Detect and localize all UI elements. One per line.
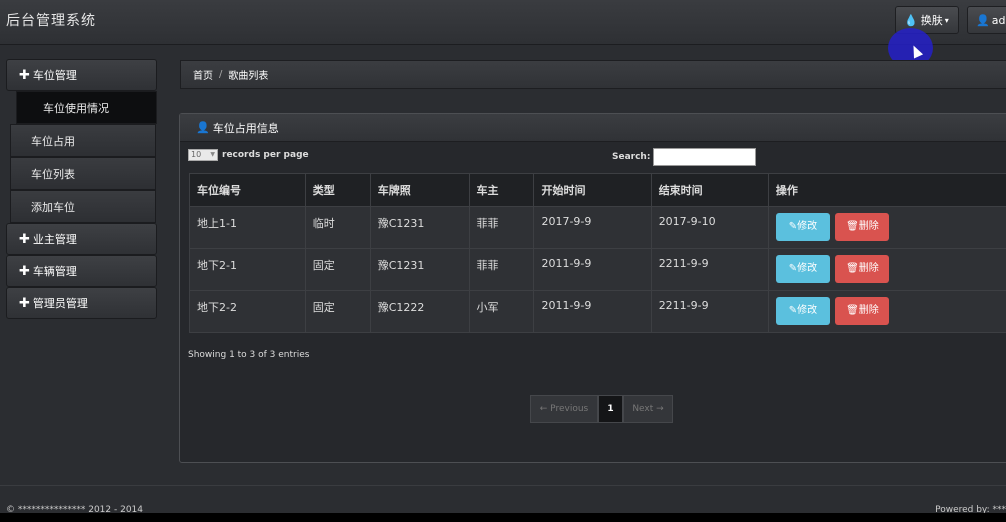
user-menu-button[interactable]: 👤 adm bbox=[967, 6, 1006, 34]
page-1-button[interactable]: 1 bbox=[598, 395, 623, 423]
table-cell: 豫C1231 bbox=[369, 248, 470, 291]
user-icon: 👤 bbox=[976, 13, 990, 27]
plus-icon: ✚ bbox=[19, 231, 30, 247]
records-per-page-label: records per page bbox=[222, 150, 309, 160]
records-per-page-select[interactable]: 10 bbox=[188, 149, 218, 161]
table-cell: 地下2-1 bbox=[189, 248, 306, 291]
table-cell: 2211-9-9 bbox=[650, 290, 769, 333]
plus-icon: ✚ bbox=[19, 263, 30, 279]
table-actions: ✎修改 🗑删除 bbox=[767, 290, 1006, 333]
previous-page-button[interactable]: ← Previous bbox=[530, 395, 598, 423]
breadcrumb-home[interactable]: 首页 bbox=[193, 67, 213, 82]
sidebar-item-parking-usage[interactable]: 车位使用情况 bbox=[16, 91, 157, 124]
table-cell: 固定 bbox=[304, 290, 371, 333]
trash-icon: 🗑 bbox=[846, 305, 859, 316]
table-row: 地下2-1 固定 豫C1231 菲菲 2011-9-9 2211-9-9 ✎修改… bbox=[189, 248, 1006, 291]
delete-label: 删除 bbox=[858, 305, 879, 316]
table-cell: 豫C1231 bbox=[369, 206, 470, 249]
sidebar-group-vehicles[interactable]: ✚ 车辆管理 bbox=[6, 255, 157, 287]
trash-icon: 🗑 bbox=[846, 263, 859, 274]
search-box: Search: bbox=[612, 148, 757, 166]
breadcrumb-current: 歌曲列表 bbox=[228, 71, 269, 82]
plus-icon: ✚ bbox=[19, 295, 30, 311]
column-header[interactable]: 结束时间 bbox=[650, 173, 769, 207]
search-input[interactable] bbox=[653, 148, 757, 166]
breadcrumb: 首页 / 歌曲列表 bbox=[180, 60, 1006, 89]
column-header: 操作 bbox=[767, 173, 1006, 207]
table-cell: 菲菲 bbox=[468, 248, 535, 291]
sidebar-group-label: 车辆管理 bbox=[32, 265, 77, 278]
table-cell: 2017-9-9 bbox=[533, 206, 652, 249]
delete-button[interactable]: 🗑删除 bbox=[835, 255, 890, 283]
sidebar: ✚ 车位管理 车位使用情况 车位占用 车位列表 添加车位 ✚ 业主管理 ✚ 车辆… bbox=[6, 59, 157, 319]
edit-icon: ✎ bbox=[788, 305, 798, 316]
edit-icon: ✎ bbox=[788, 263, 798, 274]
edit-label: 修改 bbox=[797, 305, 818, 316]
search-label: Search: bbox=[612, 152, 651, 162]
table-cell: 2017-9-10 bbox=[650, 206, 769, 249]
sidebar-item-add-parking[interactable]: 添加车位 bbox=[10, 190, 156, 223]
top-navbar: 后台管理系统 💧 换肤 ▾ 👤 adm bbox=[0, 0, 1006, 45]
records-per-page: 10 records per page bbox=[188, 149, 309, 161]
breadcrumb-separator: / bbox=[219, 69, 223, 80]
edit-label: 修改 bbox=[797, 221, 818, 232]
column-header[interactable]: 车位编号 bbox=[189, 173, 306, 207]
table-actions: ✎修改 🗑删除 bbox=[767, 248, 1006, 291]
table-cell: 地上1-1 bbox=[189, 206, 306, 249]
column-header[interactable]: 车牌照 bbox=[369, 173, 470, 207]
panel-header: 👤 车位占用信息 bbox=[180, 114, 1006, 142]
app-title: 后台管理系统 bbox=[6, 13, 96, 29]
pagination: ← Previous 1 Next → bbox=[530, 395, 673, 423]
sidebar-group-label: 管理员管理 bbox=[32, 297, 88, 310]
table-cell: 豫C1222 bbox=[369, 290, 470, 333]
footer: © *************** 2012 - 2014 Powered by… bbox=[0, 485, 1006, 515]
table-row: 地上1-1 临时 豫C1231 菲菲 2017-9-9 2017-9-10 ✎修… bbox=[189, 206, 1006, 249]
table-cell: 2011-9-9 bbox=[533, 248, 652, 291]
table-cell: 地下2-2 bbox=[189, 290, 306, 333]
parking-table: 车位编号 类型 车牌照 车主 开始时间 结束时间 操作 地上1-1 临时 豫C1… bbox=[189, 173, 1006, 333]
column-header[interactable]: 类型 bbox=[304, 173, 371, 207]
edit-button[interactable]: ✎修改 bbox=[775, 297, 830, 325]
sidebar-item-parking-occupy[interactable]: 车位占用 bbox=[10, 124, 156, 157]
panel-title: 车位占用信息 bbox=[212, 121, 279, 135]
sidebar-group-owners[interactable]: ✚ 业主管理 bbox=[6, 223, 157, 255]
table-cell: 2211-9-9 bbox=[650, 248, 769, 291]
table-cell: 固定 bbox=[304, 248, 371, 291]
edit-button[interactable]: ✎修改 bbox=[775, 213, 830, 241]
table-cell: 菲菲 bbox=[468, 206, 535, 249]
edit-label: 修改 bbox=[797, 263, 818, 274]
sidebar-group-admins[interactable]: ✚ 管理员管理 bbox=[6, 287, 157, 319]
trash-icon: 🗑 bbox=[846, 221, 859, 232]
table-cell: 临时 bbox=[304, 206, 371, 249]
caret-down-icon: ▾ bbox=[944, 15, 949, 25]
next-page-button[interactable]: Next → bbox=[623, 395, 673, 423]
skin-label: 换肤 bbox=[920, 14, 943, 27]
column-header[interactable]: 开始时间 bbox=[533, 173, 652, 207]
column-header[interactable]: 车主 bbox=[468, 173, 535, 207]
user-label: adm bbox=[991, 13, 1006, 27]
delete-button[interactable]: 🗑删除 bbox=[835, 297, 890, 325]
content-panel: 👤 车位占用信息 10 records per page Search: 车位编… bbox=[179, 113, 1006, 463]
droplet-icon: 💧 bbox=[904, 13, 918, 27]
delete-button[interactable]: 🗑删除 bbox=[835, 213, 890, 241]
sidebar-group-parking[interactable]: ✚ 车位管理 bbox=[6, 59, 157, 91]
edit-icon: ✎ bbox=[788, 221, 798, 232]
delete-label: 删除 bbox=[858, 263, 879, 274]
table-info: Showing 1 to 3 of 3 entries bbox=[188, 350, 310, 360]
table-cell: 2011-9-9 bbox=[533, 290, 652, 333]
bottom-bar bbox=[0, 513, 1006, 522]
sidebar-item-parking-list[interactable]: 车位列表 bbox=[10, 157, 156, 190]
table-cell: 小军 bbox=[468, 290, 535, 333]
table-row: 地下2-2 固定 豫C1222 小军 2011-9-9 2211-9-9 ✎修改… bbox=[189, 290, 1006, 333]
sidebar-group-label: 业主管理 bbox=[32, 233, 77, 246]
table-header-row: 车位编号 类型 车牌照 车主 开始时间 结束时间 操作 bbox=[189, 173, 1006, 207]
delete-label: 删除 bbox=[858, 221, 879, 232]
sidebar-group-label: 车位管理 bbox=[32, 69, 77, 82]
user-icon: 👤 bbox=[196, 121, 210, 134]
plus-icon: ✚ bbox=[19, 67, 30, 83]
edit-button[interactable]: ✎修改 bbox=[775, 255, 830, 283]
table-actions: ✎修改 🗑删除 bbox=[767, 206, 1006, 249]
